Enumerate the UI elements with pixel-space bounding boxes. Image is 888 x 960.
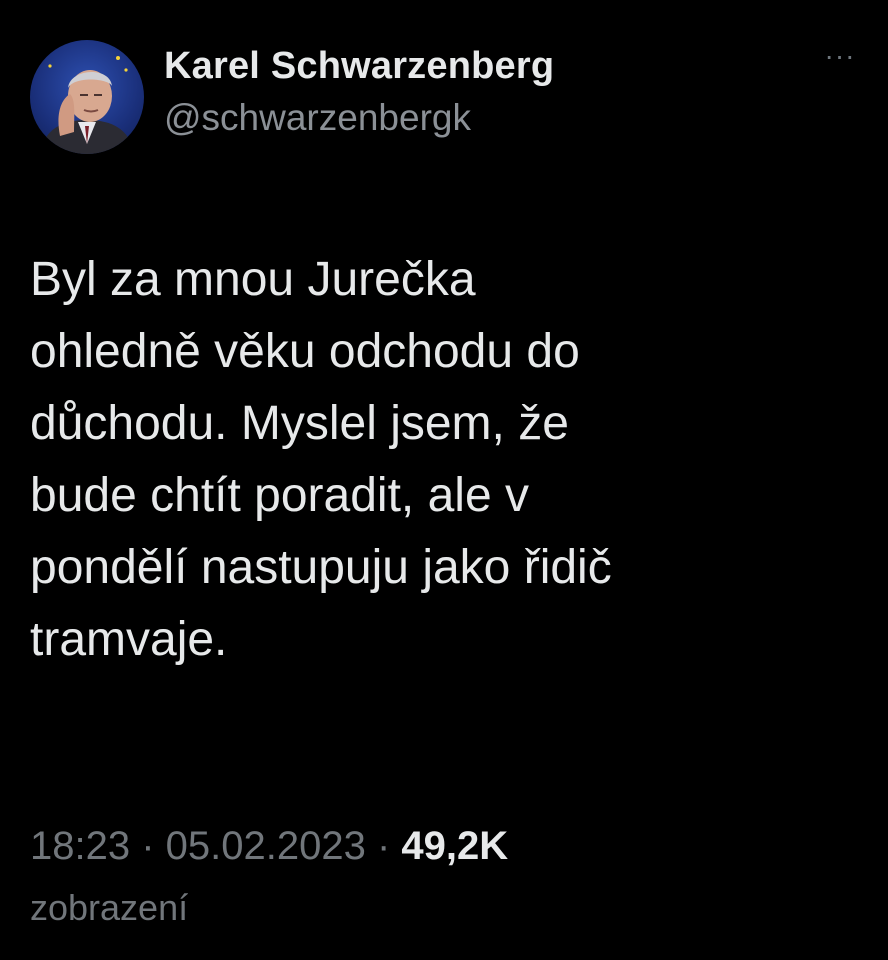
meta-separator: · — [130, 824, 166, 868]
more-options-icon[interactable]: ··· — [820, 42, 860, 76]
tweet-meta: 18:23 · 05.02.2023 · 49,2K zobrazení — [30, 818, 850, 936]
author-display-name[interactable]: Karel Schwarzenberg — [164, 40, 554, 92]
tweet-date[interactable]: 05.02.2023 — [166, 824, 366, 868]
tweet-time[interactable]: 18:23 — [30, 824, 130, 868]
views-count[interactable]: 49,2K — [401, 824, 508, 868]
tweet-card: Karel Schwarzenberg @schwarzenbergk ··· … — [0, 0, 888, 960]
avatar[interactable] — [30, 40, 144, 154]
person-avatar-icon — [40, 56, 134, 154]
views-label: zobrazení — [30, 887, 189, 928]
author-names: Karel Schwarzenberg @schwarzenbergk — [164, 40, 554, 142]
author-handle[interactable]: @schwarzenbergk — [164, 94, 554, 142]
tweet-text: Byl za mnou Jurečka ohledně věku odchodu… — [30, 253, 612, 666]
tweet-header: Karel Schwarzenberg @schwarzenbergk ··· — [30, 40, 860, 160]
meta-separator-2: · — [365, 824, 402, 868]
